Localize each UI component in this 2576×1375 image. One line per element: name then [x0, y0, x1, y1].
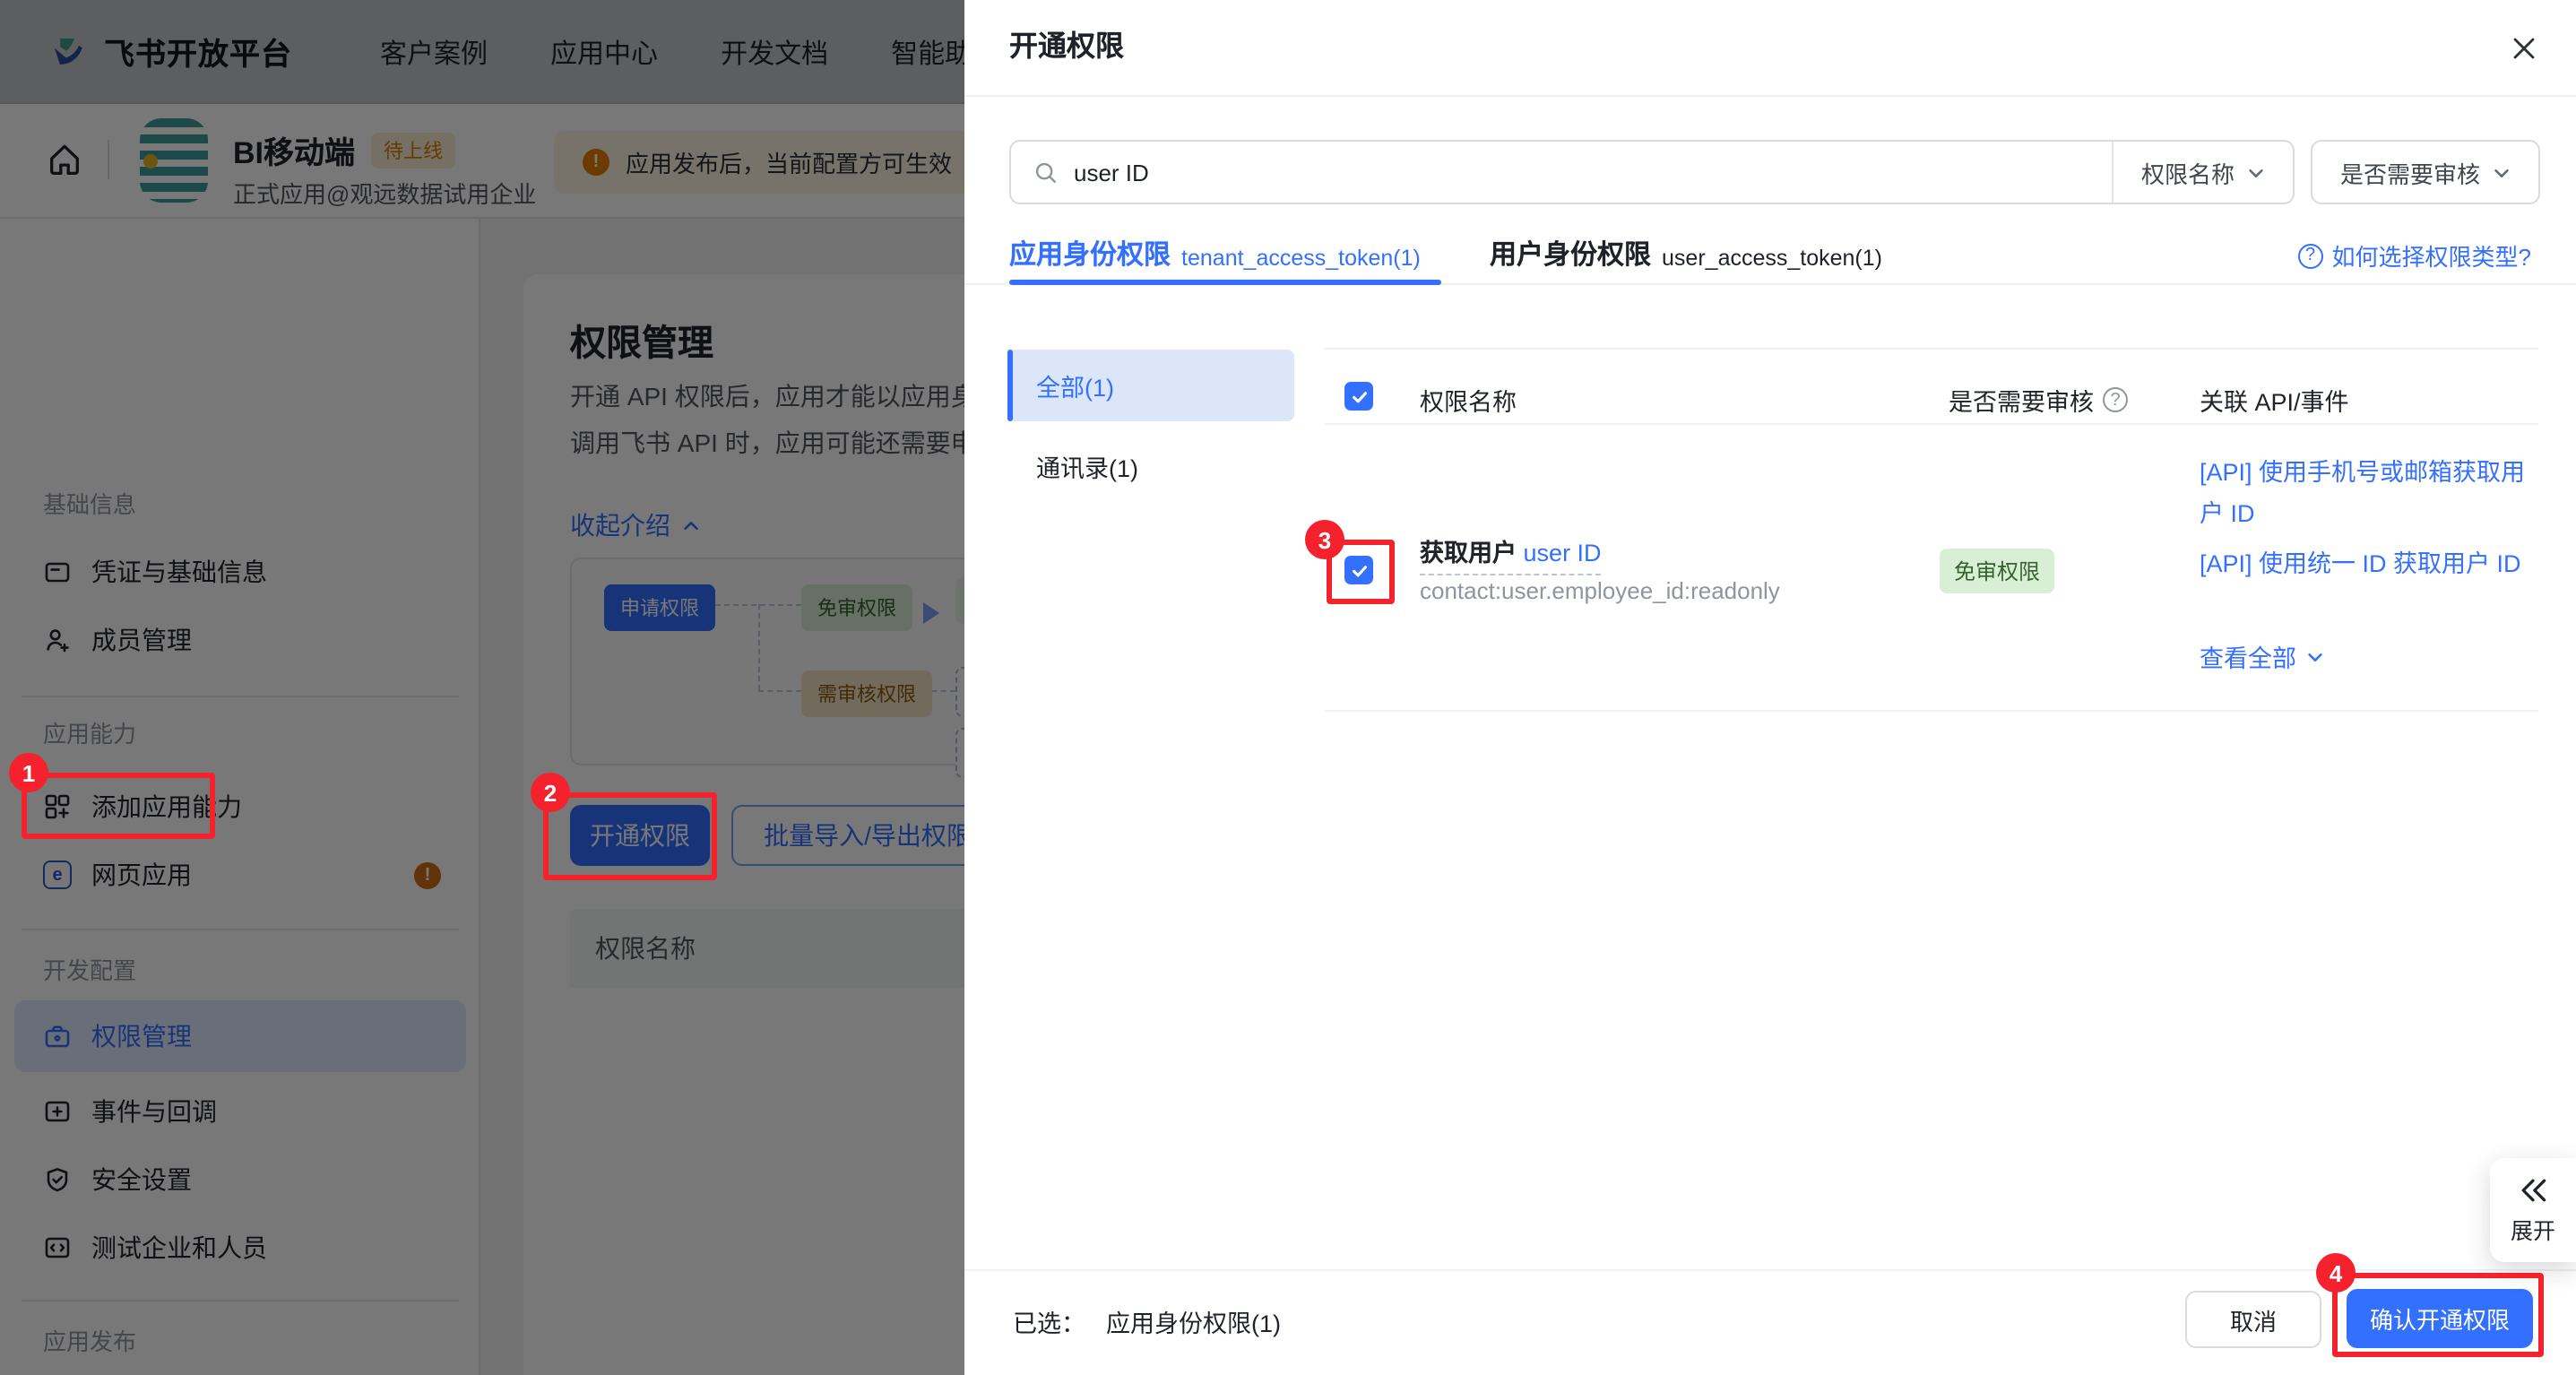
column-header-name: 权限名称: [1420, 389, 1517, 416]
active-tab-indicator: [1009, 280, 1441, 285]
divider: [1325, 710, 2538, 712]
permission-row-name: 获取用户 user ID: [1420, 532, 1602, 575]
chevron-down-icon: [2491, 162, 2511, 182]
selected-value: 应用身份权限(1): [1106, 1310, 1281, 1337]
chevron-down-icon: [2305, 646, 2325, 666]
annotation-badge-step1: 1: [9, 753, 48, 792]
modal-title: 开通权限: [1009, 32, 1125, 63]
tab-tenant-permissions[interactable]: 应用身份权限 tenant_access_token(1): [1009, 235, 1421, 272]
annotation-badge-step4: 4: [2316, 1253, 2356, 1293]
filter-review-dropdown[interactable]: 是否需要审核: [2311, 140, 2540, 204]
no-review-tag: 免审权限: [1940, 549, 2055, 593]
annotation-box-step4: [2332, 1273, 2544, 1357]
annotation-box-step2: [543, 792, 717, 880]
view-all-link[interactable]: 查看全部: [2200, 638, 2325, 674]
help-permission-type-link[interactable]: ? 如何选择权限类型?: [2297, 238, 2531, 272]
expand-label: 展开: [2510, 1219, 2555, 1244]
selected-label: 已选：: [1013, 1310, 1085, 1337]
api-link-union-id[interactable]: [API] 使用统一 ID 获取用户 ID: [2200, 543, 2544, 584]
annotation-badge-step3: 3: [1305, 520, 1344, 559]
column-header-review: 是否需要审核 ?: [1949, 382, 2128, 418]
cancel-button[interactable]: 取消: [2185, 1291, 2321, 1348]
search-group: 权限名称: [1009, 140, 2295, 204]
chevron-down-icon: [2245, 162, 2265, 182]
annotation-badge-step2: 2: [531, 773, 570, 812]
close-icon[interactable]: [2510, 34, 2538, 63]
question-circle-icon[interactable]: ?: [2103, 387, 2128, 412]
question-circle-icon: ?: [2297, 243, 2323, 268]
filter-permission-name-dropdown[interactable]: 权限名称: [2112, 142, 2293, 203]
user-id-link[interactable]: user ID: [1524, 540, 1602, 566]
divider: [964, 95, 2576, 97]
column-header-api: 关联 API/事件: [2200, 389, 2349, 416]
annotation-box-step1: [22, 773, 215, 839]
subnav-item-contacts[interactable]: 通讯录(1): [1036, 448, 1138, 484]
search-input[interactable]: [1074, 159, 2112, 186]
api-link-phone-email[interactable]: [API] 使用手机号或邮箱获取用户 ID: [2200, 452, 2544, 534]
divider: [1325, 348, 2538, 350]
open-permission-modal: 开通权限 权限名称 是否需要审核 应用身份权限 tenant_access_to…: [964, 0, 2576, 1375]
expand-panel[interactable]: 展开: [2490, 1158, 2576, 1262]
tab-user-permissions[interactable]: 用户身份权限 user_access_token(1): [1490, 235, 1882, 272]
subnav-item-all[interactable]: 全部(1): [1007, 350, 1294, 421]
select-all-checkbox[interactable]: [1344, 382, 1373, 411]
app-root: 飞书开放平台 客户案例 应用中心 开发文档 智能助手 BI移动端 待上线 正式应…: [0, 0, 2576, 1375]
permission-scope: contact:user.employee_id:readonly: [1420, 577, 1780, 604]
double-chevron-left-icon: [2517, 1174, 2549, 1206]
search-icon: [1033, 159, 1059, 186]
divider: [1325, 423, 2538, 425]
